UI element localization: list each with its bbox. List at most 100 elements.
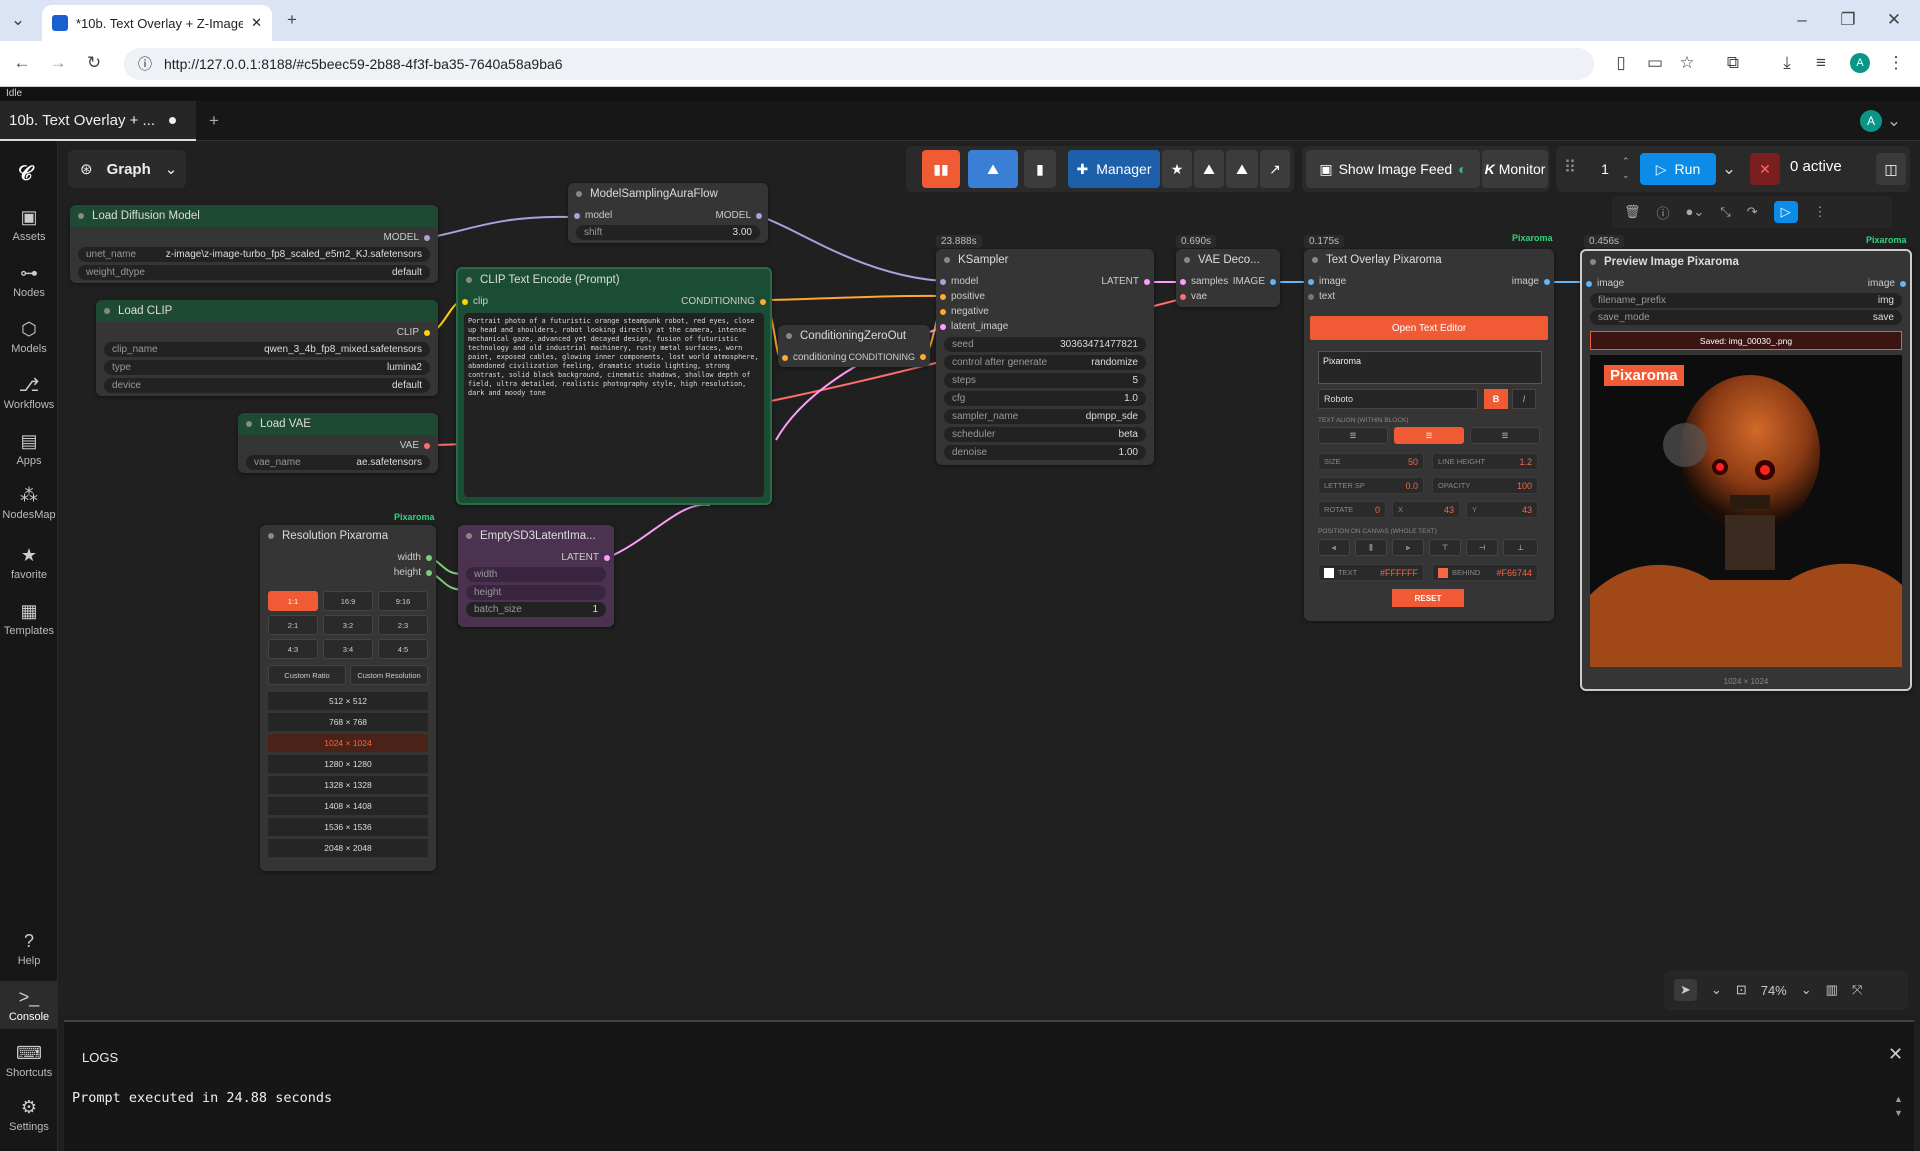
height-input[interactable]: height xyxy=(466,585,606,600)
shift-input[interactable]: shift 3.00 xyxy=(576,225,760,240)
zoom-chevron-icon[interactable]: ⌄ xyxy=(1801,982,1812,998)
align-center-icon[interactable]: ☰ xyxy=(1394,427,1464,444)
node-conditioning-zero-out[interactable]: ConditioningZeroOut conditioning CONDITI… xyxy=(778,325,930,367)
saved-status-bar[interactable]: Saved: img_00030_.png xyxy=(1590,331,1902,350)
pos-left-icon[interactable]: ⫷ xyxy=(1318,539,1350,556)
ratio-4-3-button[interactable]: 4:3 xyxy=(268,639,318,659)
custom-resolution-button[interactable]: Custom Resolution xyxy=(350,665,428,685)
overlay-text-input[interactable]: Pixaroma xyxy=(1318,351,1542,384)
pos-vcenter-icon[interactable]: ⊣ xyxy=(1466,539,1498,556)
cfg-input[interactable]: cfg 1.0 xyxy=(944,391,1146,406)
font-select[interactable]: Roboto xyxy=(1318,389,1478,409)
vae-name-select[interactable]: vae_name ae.safetensors xyxy=(246,455,430,470)
select-tool-icon[interactable]: ➤ xyxy=(1674,979,1697,1001)
node-load-clip[interactable]: Load CLIP CLIP clip_name qwen_3_4b_fp8_mi… xyxy=(96,300,438,396)
res-512[interactable]: 512 × 512 xyxy=(268,692,428,711)
text-overlay-brand: Pixaroma xyxy=(1512,233,1553,243)
italic-toggle[interactable]: I xyxy=(1512,389,1536,409)
custom-ratio-button[interactable]: Custom Ratio xyxy=(268,665,346,685)
node-preview-image[interactable]: Preview Image Pixaroma image image filen… xyxy=(1580,249,1912,691)
preview-time-badge: 0.456s xyxy=(1584,235,1625,248)
sampler-name-select[interactable]: sampler_name dpmpp_sde xyxy=(944,409,1146,424)
bold-toggle[interactable]: B xyxy=(1484,389,1508,409)
text-color-input[interactable]: TEXT #FFFFFF xyxy=(1318,564,1424,581)
ratio-3-2-button[interactable]: 3:2 xyxy=(323,615,373,635)
denoise-input[interactable]: denoise 1.00 xyxy=(944,445,1146,460)
pos-top-icon[interactable]: ⊤ xyxy=(1429,539,1461,556)
unet-name-select[interactable]: unet_name z-image\z-image-turbo_fp8_scale… xyxy=(78,247,430,262)
res-1408[interactable]: 1408 × 1408 xyxy=(268,797,428,816)
reset-button[interactable]: RESET xyxy=(1392,589,1464,607)
behind-color-swatch xyxy=(1438,567,1448,578)
seed-input[interactable]: seed 303634714778​21 xyxy=(944,337,1146,352)
steps-input[interactable]: steps 5 xyxy=(944,373,1146,388)
pos-right-icon[interactable]: ⫸ xyxy=(1392,539,1424,556)
node-vae-decode[interactable]: VAE Deco... samples vae IMAGE xyxy=(1176,249,1280,307)
prompt-textarea[interactable]: Portrait photo of a futuristic orange st… xyxy=(464,313,764,497)
ratio-4-5-button[interactable]: 4:5 xyxy=(378,639,428,659)
scheduler-select[interactable]: scheduler beta xyxy=(944,427,1146,442)
res-1328[interactable]: 1328 × 1328 xyxy=(268,776,428,795)
res-2048[interactable]: 2048 × 2048 xyxy=(268,839,428,858)
res-1024[interactable]: 1024 × 1024 xyxy=(268,734,428,753)
x-input[interactable]: X 43 xyxy=(1392,501,1460,518)
node-model-sampling-auraflow[interactable]: ModelSamplingAuraFlow model MODEL shift 3… xyxy=(568,183,768,243)
clip-name-select[interactable]: clip_name qwen_3_4b_fp8_mixed.safetensors xyxy=(104,342,430,357)
width-input[interactable]: width xyxy=(466,567,606,582)
ratio-9-16-button[interactable]: 9:16 xyxy=(378,591,428,611)
res-768[interactable]: 768 × 768 xyxy=(268,713,428,732)
res-1536[interactable]: 1536 × 1536 xyxy=(268,818,428,837)
node-load-vae[interactable]: Load VAE VAE vae_name ae.safetensors xyxy=(238,413,438,473)
pos-bottom-icon[interactable]: ⊥ xyxy=(1503,539,1538,556)
align-left-icon[interactable]: ☰ xyxy=(1318,427,1388,444)
node-clip-text-encode[interactable]: CLIP Text Encode (Prompt) clip CONDITION… xyxy=(456,267,772,505)
line-height-input[interactable]: LINE HEIGHT 1.2 xyxy=(1432,453,1538,470)
open-text-editor-button[interactable]: Open Text Editor xyxy=(1310,316,1548,340)
preview-image[interactable]: Pixaroma xyxy=(1590,355,1902,667)
node-resolution-pixaroma[interactable]: Resolution Pixaroma width height 1:1 16:… xyxy=(260,525,436,871)
ratio-1-1-button[interactable]: 1:1 xyxy=(268,591,318,611)
res-1280[interactable]: 1280 × 1280 xyxy=(268,755,428,774)
rotate-input[interactable]: ROTATE 0 xyxy=(1318,501,1386,518)
node-load-diffusion-model[interactable]: Load Diffusion Model MODEL unet_name z-im… xyxy=(70,205,438,283)
preview-brand: Pixaroma xyxy=(1866,235,1907,245)
pos-hcenter-icon[interactable]: ⫼ xyxy=(1355,539,1387,556)
log-scroll-icon[interactable]: ▲ ▼ xyxy=(1894,1092,1903,1120)
size-input[interactable]: SIZE 50 xyxy=(1318,453,1424,470)
ratio-2-3-button[interactable]: 2:3 xyxy=(378,615,428,635)
tool-chevron-icon[interactable]: ⌄ xyxy=(1711,982,1722,998)
ratio-16-9-button[interactable]: 16:9 xyxy=(323,591,373,611)
zoom-level[interactable]: 74% xyxy=(1761,983,1787,998)
letter-spacing-input[interactable]: LETTER SP 0.0 xyxy=(1318,477,1424,494)
batch-size-input[interactable]: batch_size 1 xyxy=(466,602,606,617)
log-message: Prompt executed in 24.88 seconds xyxy=(72,1090,333,1106)
robot-image xyxy=(1590,355,1902,667)
align-right-icon[interactable]: ☰ xyxy=(1470,427,1540,444)
ksampler-time-badge: 23.888s xyxy=(936,235,982,248)
node-text-overlay[interactable]: Text Overlay Pixaroma image text image O… xyxy=(1304,249,1554,621)
position-label: POSITION ON CANVAS (WHOLE TEXT) xyxy=(1318,528,1437,535)
behind-color-input[interactable]: BEHIND #F66744 xyxy=(1432,564,1538,581)
image-dimensions: 1024 × 1024 xyxy=(1723,677,1769,686)
node-empty-sd3-latent[interactable]: EmptySD3LatentIma... LATENT width height… xyxy=(458,525,614,627)
overlay-text-preview: Pixaroma xyxy=(1604,365,1684,386)
minimap-icon[interactable]: ▥ xyxy=(1826,982,1838,998)
weight-dtype-select[interactable]: weight_dtype default xyxy=(78,265,430,280)
text-align-label: TEXT ALIGN (WITHIN BLOCK) xyxy=(1318,417,1409,424)
control-after-generate-select[interactable]: control after generate randomize xyxy=(944,355,1146,370)
fit-view-icon[interactable]: ⊡ xyxy=(1736,982,1747,998)
clip-device-select[interactable]: device default xyxy=(104,378,430,393)
y-input[interactable]: Y 43 xyxy=(1466,501,1538,518)
ratio-3-4-button[interactable]: 3:4 xyxy=(323,639,373,659)
text-color-swatch xyxy=(1324,567,1334,578)
filename-prefix-input[interactable]: filename_prefix img xyxy=(1590,293,1902,308)
opacity-input[interactable]: OPACITY 100 xyxy=(1432,477,1538,494)
save-mode-select[interactable]: save_mode save xyxy=(1590,310,1902,325)
canvas-controls: ➤ ⌄ ⊡ 74% ⌄ ▥ ⤧ xyxy=(1664,970,1908,1010)
logs-title: LOGS xyxy=(82,1050,119,1065)
hide-links-icon[interactable]: ⤧ xyxy=(1852,982,1862,998)
node-ksampler[interactable]: KSampler LATENT model positive negative … xyxy=(936,249,1154,465)
ratio-2-1-button[interactable]: 2:1 xyxy=(268,615,318,635)
close-logs-icon[interactable]: ✕ xyxy=(1888,1044,1903,1065)
clip-type-select[interactable]: type lumina2 xyxy=(104,360,430,375)
